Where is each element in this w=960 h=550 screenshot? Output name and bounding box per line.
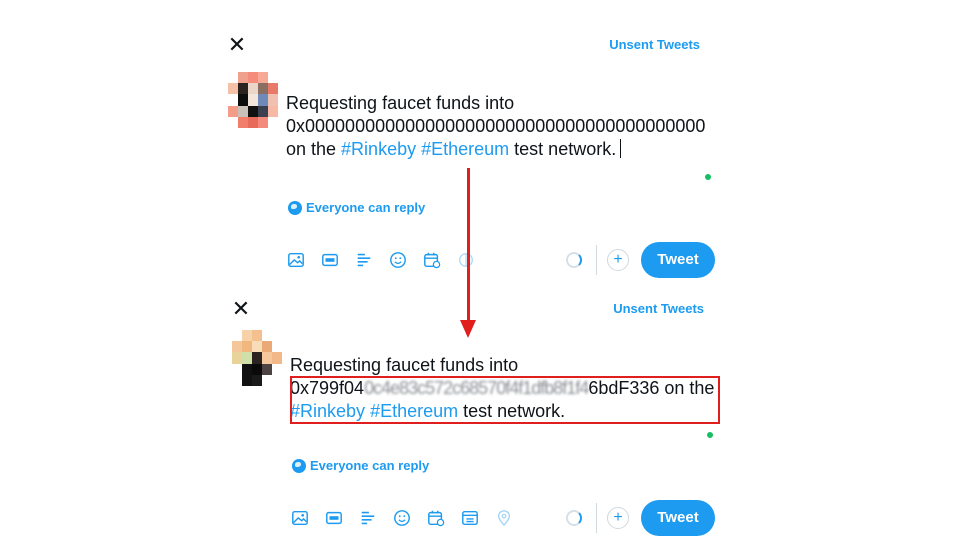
image-icon[interactable]: [286, 250, 306, 270]
character-count-ring: [566, 252, 582, 268]
media-toolbar: [290, 500, 528, 536]
submit-area: + Tweet: [566, 500, 715, 536]
wallet-address-placeholder: 0x00000000000000000000000000000000000000…: [286, 116, 706, 136]
tweet-text-intro: Requesting faucet funds into: [286, 93, 515, 113]
tweet-text-input[interactable]: Requesting faucet funds into 0x000000000…: [286, 92, 711, 161]
poll-icon[interactable]: [358, 508, 378, 528]
schedule-icon[interactable]: [422, 250, 442, 270]
media-toolbar: [286, 242, 490, 278]
reply-setting-button[interactable]: Everyone can reply: [288, 200, 425, 215]
annotation-arrow-line: [467, 168, 470, 322]
tweet-text-mid: on the: [286, 139, 342, 159]
text-cursor: [620, 139, 622, 158]
poll-icon[interactable]: [354, 250, 374, 270]
emoji-icon[interactable]: [388, 250, 408, 270]
globe-icon: [288, 200, 302, 215]
tweet-composer-before: ✕ Unsent Tweets Requesting faucet funds …: [218, 26, 728, 286]
image-icon[interactable]: [290, 508, 310, 528]
character-count-ring: [566, 510, 582, 526]
location-icon[interactable]: [494, 508, 514, 528]
tweet-text-intro: Requesting faucet funds into: [290, 355, 519, 375]
hashtag-ethereum[interactable]: #Ethereum: [421, 139, 509, 159]
schedule-icon[interactable]: [426, 508, 446, 528]
divider: [596, 245, 597, 275]
tweet-button[interactable]: Tweet: [641, 500, 715, 536]
avatar: [232, 330, 282, 386]
tweet-text-tail: test network.: [509, 139, 617, 159]
close-icon[interactable]: ✕: [226, 34, 248, 56]
reply-setting-label: Everyone can reply: [310, 458, 430, 473]
gif-icon[interactable]: [320, 250, 340, 270]
hashtag-rinkeby[interactable]: #Rinkeby: [341, 139, 416, 159]
status-dot: [705, 174, 711, 180]
avatar: [228, 72, 278, 128]
status-dot: [707, 432, 713, 438]
add-tweet-button[interactable]: +: [607, 249, 629, 271]
list-icon[interactable]: [460, 508, 480, 528]
globe-icon: [292, 458, 306, 473]
address-highlight-box: [290, 376, 720, 424]
add-tweet-button[interactable]: +: [607, 507, 629, 529]
submit-area: + Tweet: [566, 242, 715, 278]
reply-setting-label: Everyone can reply: [306, 200, 426, 215]
gif-icon[interactable]: [324, 508, 344, 528]
tweet-button[interactable]: Tweet: [641, 242, 715, 278]
close-icon[interactable]: ✕: [230, 298, 252, 320]
location-icon[interactable]: [456, 250, 476, 270]
unsent-tweets-link[interactable]: Unsent Tweets: [613, 301, 704, 316]
emoji-icon[interactable]: [392, 508, 412, 528]
unsent-tweets-link[interactable]: Unsent Tweets: [609, 37, 700, 52]
reply-setting-button[interactable]: Everyone can reply: [292, 458, 429, 473]
divider: [596, 503, 597, 533]
annotation-arrow-head: [460, 320, 476, 338]
